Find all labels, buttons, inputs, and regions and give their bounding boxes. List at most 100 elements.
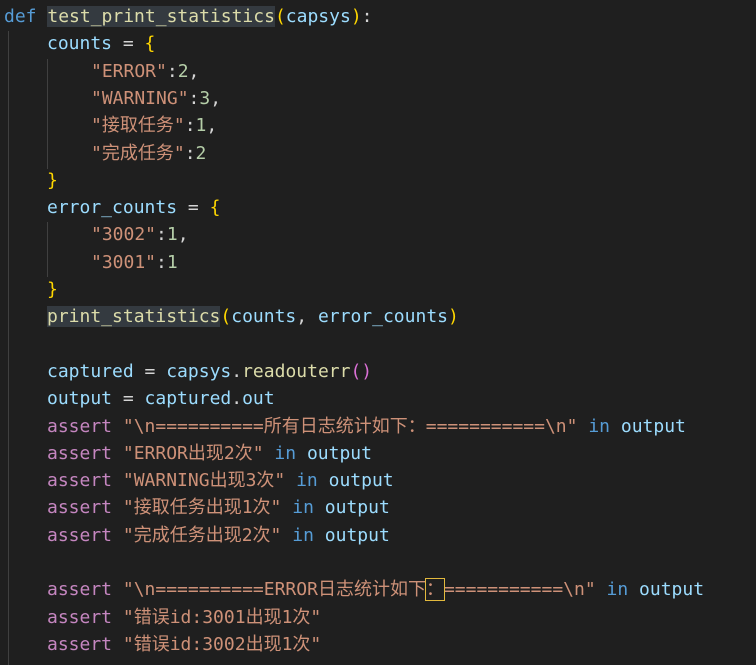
code-token: counts bbox=[47, 33, 113, 55]
code-token: capsys bbox=[285, 6, 351, 27]
code-token: 1 bbox=[166, 251, 178, 273]
code-token: "\n==========所有日志统计如下：===========\n" bbox=[122, 415, 578, 437]
code-token: output bbox=[306, 442, 372, 464]
code-token: = bbox=[112, 33, 145, 55]
code-line[interactable]: assert "\n==========所有日志统计如下：===========… bbox=[47, 413, 686, 440]
code-token: ===========\n" bbox=[443, 579, 596, 601]
code-token: 1 bbox=[166, 224, 178, 246]
code-token: "接取任务出现1次" bbox=[122, 497, 282, 519]
code-token: output bbox=[324, 497, 390, 519]
code-token: output bbox=[47, 388, 113, 410]
code-line[interactable]: assert "接取任务出现1次" in output bbox=[47, 494, 390, 521]
code-token: def bbox=[4, 6, 37, 27]
code-token: "3001" bbox=[91, 251, 157, 273]
code-line[interactable]: "ERROR":2, bbox=[91, 58, 199, 85]
code-token: : bbox=[156, 251, 167, 273]
code-token: in bbox=[292, 497, 314, 519]
code-token: error_counts bbox=[47, 197, 178, 219]
code-line[interactable]: assert "完成任务出现2次" in output bbox=[47, 522, 390, 549]
code-token: assert bbox=[47, 415, 113, 437]
code-token: ) bbox=[350, 6, 362, 27]
code-line[interactable]: assert "ERROR出现2次" in output bbox=[47, 440, 372, 467]
code-token: 1 bbox=[195, 115, 207, 137]
code-token: assert bbox=[47, 579, 113, 601]
code-line[interactable]: "WARNING":3, bbox=[91, 85, 221, 112]
code-token: assert bbox=[47, 497, 113, 519]
code-line[interactable]: def test_print_statistics(capsys): bbox=[4, 3, 373, 30]
code-token: ( bbox=[220, 306, 232, 328]
code-token: { bbox=[144, 33, 156, 55]
code-line[interactable]: } bbox=[47, 167, 58, 194]
code-line[interactable]: } bbox=[47, 276, 58, 303]
code-token: output bbox=[620, 415, 686, 437]
indent-guide-level-2 bbox=[47, 222, 48, 277]
code-token: ( bbox=[274, 6, 286, 27]
code-token: "完成任务出现2次" bbox=[122, 524, 282, 546]
code-line[interactable]: assert "WARNING出现3次" in output bbox=[47, 467, 394, 494]
code-line[interactable]: print_statistics(counts, error_counts) bbox=[47, 303, 459, 330]
code-token: } bbox=[47, 169, 58, 191]
code-token: "ERROR" bbox=[91, 60, 167, 82]
code-line[interactable]: assert "\n==========ERROR日志统计如下：========… bbox=[47, 576, 704, 603]
code-token: assert bbox=[47, 470, 113, 492]
code-token: capsys bbox=[166, 360, 232, 382]
code-token: "WARNING出现3次" bbox=[122, 470, 286, 492]
code-token: assert bbox=[47, 606, 113, 628]
code-token: : bbox=[184, 115, 196, 137]
code-token: 2 bbox=[177, 60, 189, 82]
code-line[interactable]: error_counts = { bbox=[47, 194, 220, 221]
code-token: : bbox=[166, 60, 178, 82]
code-token: output bbox=[639, 579, 705, 601]
code-line[interactable]: assert "错误id:3001出现1次" bbox=[47, 604, 321, 631]
code-token: { bbox=[209, 197, 221, 219]
code-token: assert bbox=[47, 524, 113, 546]
code-token: : bbox=[156, 224, 167, 246]
code-token: , bbox=[296, 306, 318, 328]
code-token: output bbox=[324, 524, 390, 546]
code-line[interactable]: output = captured.out bbox=[47, 385, 275, 412]
code-token: = bbox=[112, 388, 145, 410]
code-token: 2 bbox=[195, 142, 207, 164]
code-token: "\n==========ERROR日志统计如下 bbox=[122, 579, 426, 601]
code-token: = bbox=[177, 197, 210, 219]
code-line[interactable]: assert "错误id:3002出现1次" bbox=[47, 631, 321, 658]
code-token: : bbox=[188, 87, 200, 109]
code-line[interactable]: "3002":1, bbox=[91, 221, 189, 248]
code-line[interactable]: "完成任务":2 bbox=[91, 140, 206, 167]
code-token: 3 bbox=[199, 87, 211, 109]
code-token: ： bbox=[424, 578, 445, 602]
code-token: counts bbox=[231, 306, 297, 328]
code-line[interactable]: "3001":1 bbox=[91, 249, 178, 276]
code-token: () bbox=[350, 360, 373, 382]
code-token: error_counts bbox=[317, 306, 448, 328]
code-token: "WARNING" bbox=[91, 87, 189, 109]
code-editor[interactable]: def test_print_statistics(capsys): counts… bbox=[0, 0, 756, 665]
code-token: "3002" bbox=[91, 224, 157, 246]
code-line[interactable]: captured = capsys.readouterr() bbox=[47, 358, 372, 385]
code-line[interactable]: "接取任务":1, bbox=[91, 112, 217, 139]
code-line[interactable]: counts = { bbox=[47, 30, 155, 57]
code-token: in bbox=[292, 524, 314, 546]
code-token: captured bbox=[144, 388, 232, 410]
code-token: , bbox=[188, 60, 200, 82]
code-token: in bbox=[588, 415, 611, 437]
code-token: readouterr bbox=[242, 360, 351, 382]
code-token: "完成任务" bbox=[91, 142, 185, 164]
code-token: "ERROR出现2次" bbox=[122, 442, 264, 464]
code-token: : bbox=[361, 6, 373, 27]
code-token: "错误id:3001出现1次" bbox=[122, 606, 322, 628]
